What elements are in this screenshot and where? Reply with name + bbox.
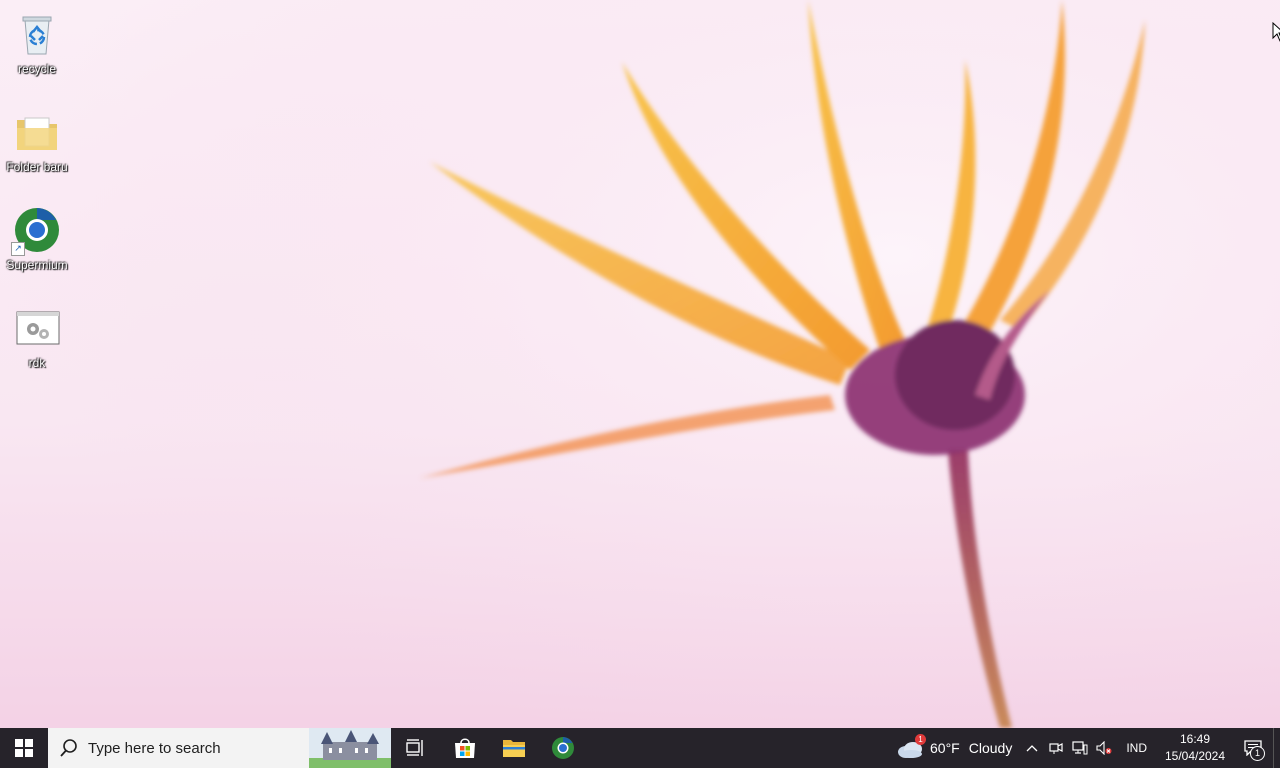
recycle-bin-icon: [13, 10, 61, 58]
desktop-icon-folder-baru[interactable]: Folder baru: [2, 104, 72, 194]
desktop-icon-supermium[interactable]: ↗ Supermium: [2, 202, 72, 292]
file-explorer-icon: [502, 740, 525, 757]
show-desktop-button[interactable]: [1273, 728, 1280, 768]
search-highlight-castle-icon: [309, 728, 391, 768]
desktop-icon-label: Supermium: [6, 258, 68, 272]
webcam-icon: [1049, 743, 1063, 754]
desktop-icon-label: recycle: [17, 62, 56, 76]
search-box[interactable]: [48, 728, 391, 768]
file-explorer-button[interactable]: [489, 728, 538, 768]
task-view-icon: [405, 739, 423, 756]
microsoft-store-button[interactable]: [440, 728, 489, 768]
network-icon: [1072, 741, 1088, 755]
desktop-wallpaper: [0, 0, 1280, 728]
notification-count-badge: 1: [1250, 746, 1265, 761]
desktop-icon-label: Folder baru: [6, 160, 68, 174]
weather-condition: Cloudy: [968, 740, 1013, 756]
network-button[interactable]: [1068, 728, 1092, 768]
cloud-icon: 1: [897, 734, 926, 759]
weather-widget[interactable]: 1 60°F Cloudy: [891, 728, 1020, 768]
settings-app-icon: [13, 304, 61, 352]
weather-alert-badge: 1: [915, 734, 926, 745]
chevron-up-icon: [1026, 745, 1038, 752]
clock-date: 15/04/2024: [1164, 749, 1226, 763]
weather-temperature: 60°F: [930, 740, 960, 756]
folder-icon: [13, 108, 61, 156]
desktop-icon-label: rdk: [28, 356, 46, 370]
start-button[interactable]: [0, 728, 48, 768]
volume-muted-icon: [1096, 741, 1112, 755]
action-center-button[interactable]: 1: [1233, 728, 1273, 768]
show-hidden-icons-button[interactable]: [1020, 728, 1044, 768]
supermium-icon: [551, 737, 574, 759]
meet-now-button[interactable]: [1044, 728, 1068, 768]
supermium-browser-icon: ↗: [11, 206, 61, 256]
taskbar: 1 60°F Cloudy: [0, 728, 1280, 768]
input-language-indicator[interactable]: IND: [1116, 728, 1157, 768]
system-tray: 1 60°F Cloudy IND 16:49 15/04/2024 1: [891, 728, 1280, 768]
clock-time: 16:49: [1179, 732, 1211, 746]
shortcut-arrow-icon: ↗: [11, 242, 25, 256]
microsoft-store-icon: [454, 738, 475, 758]
task-view-button[interactable]: [391, 728, 440, 768]
desktop-icon-rdk[interactable]: rdk: [2, 300, 72, 390]
windows-logo-icon: [15, 739, 33, 757]
supermium-taskbar-button[interactable]: [538, 728, 587, 768]
clock[interactable]: 16:49 15/04/2024: [1157, 728, 1233, 768]
search-input[interactable]: [86, 738, 290, 758]
mouse-cursor-icon: [1272, 22, 1280, 42]
desktop-icon-recycle[interactable]: recycle: [2, 6, 72, 96]
volume-button[interactable]: [1092, 728, 1116, 768]
search-icon: [60, 739, 77, 757]
